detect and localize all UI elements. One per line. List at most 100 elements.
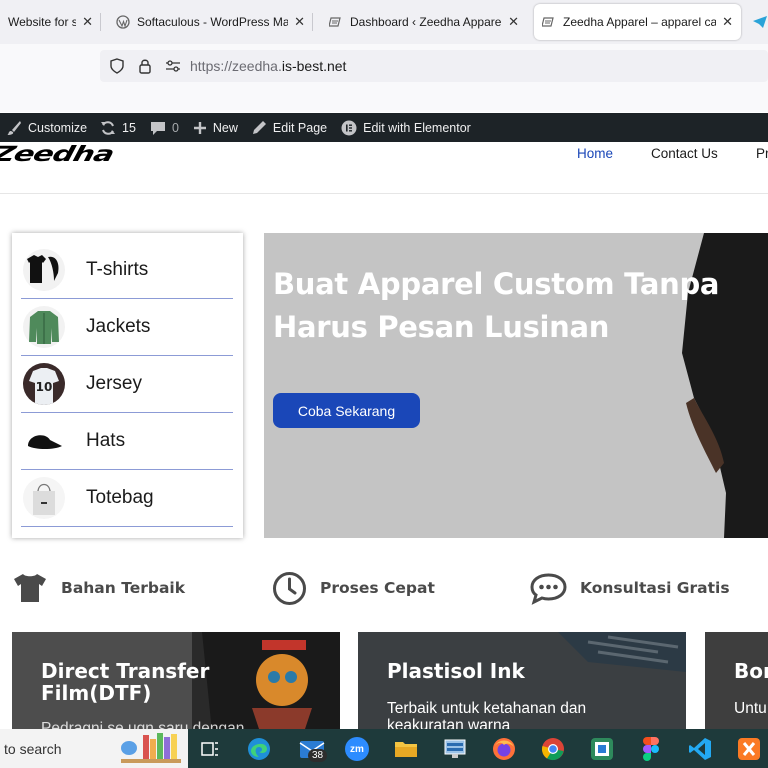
telegram-icon[interactable] (752, 15, 768, 34)
page-icon (329, 15, 343, 29)
wp-updates-count: 15 (122, 120, 136, 135)
tab-close-icon[interactable]: ✕ (82, 14, 93, 30)
wp-edit-elementor-label: Edit with Elementor (363, 120, 471, 135)
plus-icon (193, 121, 206, 134)
category-tshirts[interactable]: T-shirts (21, 242, 233, 299)
tab-title: Softaculous - WordPress Manage (137, 15, 289, 29)
shield-icon[interactable] (108, 57, 126, 75)
card-description: Untu (734, 700, 767, 717)
category-jackets[interactable]: Jackets (21, 299, 233, 356)
wp-admin-bar: Customize 15 0 New Edit Page Edit with E… (0, 113, 768, 142)
nav-contact-us[interactable]: Contact Us (651, 146, 718, 161)
firefox-icon[interactable] (490, 735, 518, 763)
chat-icon (530, 572, 567, 605)
chrome-icon[interactable] (539, 735, 567, 763)
address-bar[interactable]: https://zeedha.is-best.net (100, 50, 768, 82)
taskbar-search-text: to search (4, 740, 62, 757)
wp-edit-elementor-button[interactable]: Edit with Elementor (334, 113, 478, 142)
wp-edit-page-button[interactable]: Edit Page (245, 113, 334, 142)
hero-cta-button[interactable]: Coba Sekarang (273, 393, 420, 428)
tab-title: Website for sketch (8, 15, 77, 29)
tab-dashboard[interactable]: Dashboard ‹ Zeedha Apparel ✕ (321, 4, 527, 40)
windows-taskbar: to search 38 zm (0, 729, 768, 768)
tab-softaculous[interactable]: Softaculous - WordPress Manage ✕ (108, 4, 313, 40)
clock-icon (273, 571, 306, 605)
browser-nav-row: https://zeedha.is-best.net (0, 44, 768, 112)
card-title: Direct Transfer Film(DTF) (41, 659, 210, 705)
permissions-icon[interactable] (164, 57, 182, 75)
vscode-icon[interactable] (686, 735, 714, 763)
category-label: Hats (86, 430, 126, 451)
wp-new-label: New (212, 120, 238, 135)
category-menu: T-shirts Jackets 10 Jersey Hats Totebag (12, 233, 243, 538)
figma-icon[interactable] (637, 735, 665, 763)
card-title: Plastisol Ink (387, 659, 525, 683)
task-view-icon[interactable] (196, 735, 224, 763)
feature-label: Bahan Terbaik (61, 579, 186, 597)
jacket-icon (23, 306, 65, 348)
comment-icon (150, 121, 165, 135)
category-totebag[interactable]: Totebag (21, 470, 233, 527)
xampp-icon[interactable] (735, 735, 763, 763)
site-logo[interactable]: Zeedha (0, 142, 116, 167)
wp-new-button[interactable]: New (186, 113, 245, 142)
edge-icon[interactable] (245, 735, 273, 763)
totebag-icon (23, 477, 65, 519)
site-header: Zeedha Home Contact Us Pr (0, 142, 768, 194)
pencil-icon (252, 121, 266, 134)
category-hats[interactable]: Hats (21, 413, 233, 470)
url-text[interactable]: https://zeedha.is-best.net (190, 58, 346, 74)
card-plastisol[interactable]: Plastisol Ink Terbaik untuk ketahanan da… (358, 632, 686, 732)
tshirt-icon (14, 574, 46, 602)
tab-title: Dashboard ‹ Zeedha Apparel (350, 15, 503, 29)
elementor-icon (341, 120, 357, 135)
svg-text:10: 10 (36, 380, 53, 394)
card-description: Terbaik untuk ketahanan dan keakuratan w… (387, 700, 587, 732)
tshirt-icon (23, 249, 65, 291)
nav-home[interactable]: Home (577, 146, 613, 161)
feature-label: Proses Cepat (320, 579, 435, 597)
tab-close-icon[interactable]: ✕ (508, 14, 519, 30)
feature-konsultasi-gratis: Konsultasi Gratis (530, 568, 730, 608)
wordpress-icon (116, 15, 130, 29)
lock-icon[interactable] (136, 57, 154, 75)
network-app-icon[interactable] (441, 735, 469, 763)
category-label: Totebag (86, 487, 154, 508)
url-host: is-best.net (281, 58, 347, 74)
file-explorer-icon[interactable] (392, 735, 420, 763)
category-label: Jackets (86, 316, 151, 337)
cap-icon (23, 420, 65, 462)
wp-comments-count: 0 (171, 120, 179, 135)
hero-banner: Buat Apparel Custom Tanpa Harus Pesan Lu… (264, 233, 768, 538)
tab-website-for-sketch[interactable]: Website for sketch ✕ (0, 4, 101, 40)
brush-icon (7, 120, 21, 135)
tab-close-icon[interactable]: ✕ (294, 14, 305, 30)
category-jersey[interactable]: 10 Jersey (21, 356, 233, 413)
hero-title: Buat Apparel Custom Tanpa Harus Pesan Lu… (273, 267, 720, 344)
wp-comments-button[interactable]: 0 (143, 113, 186, 142)
category-label: Jersey (86, 373, 142, 394)
zoom-icon[interactable]: zm (343, 735, 371, 763)
nav-products[interactable]: Pr (756, 146, 768, 161)
card-dtf[interactable]: Direct Transfer Film(DTF) Pedragni se ug… (12, 632, 340, 732)
card-bordir[interactable]: Bor Untu (705, 632, 768, 732)
wp-customize-button[interactable]: Customize (0, 113, 94, 142)
tab-zeedha-apparel[interactable]: Zeedha Apparel – apparel catalog ✕ (534, 4, 741, 40)
mail-icon[interactable]: 38 (294, 735, 330, 763)
page-icon (542, 15, 556, 29)
refresh-icon (101, 120, 116, 135)
feature-bahan-terbaik: Bahan Terbaik (12, 568, 185, 608)
wp-edit-page-label: Edit Page (272, 120, 328, 135)
url-scheme: https://zeedha. (190, 58, 282, 74)
category-label: T-shirts (86, 259, 149, 280)
wp-updates-button[interactable]: 15 (94, 113, 143, 142)
browser-tab-strip: Website for sketch ✕ Softaculous - WordP… (0, 0, 768, 44)
feature-label: Konsultasi Gratis (580, 579, 730, 597)
store-app-icon[interactable] (588, 735, 616, 763)
wp-customize-label: Customize (28, 120, 88, 135)
feature-proses-cepat: Proses Cepat (272, 568, 435, 608)
mail-badge: 38 (308, 749, 328, 762)
books-widget-icon[interactable] (113, 733, 183, 763)
tab-close-icon[interactable]: ✕ (722, 14, 733, 30)
tab-title: Zeedha Apparel – apparel catalog (563, 15, 717, 29)
